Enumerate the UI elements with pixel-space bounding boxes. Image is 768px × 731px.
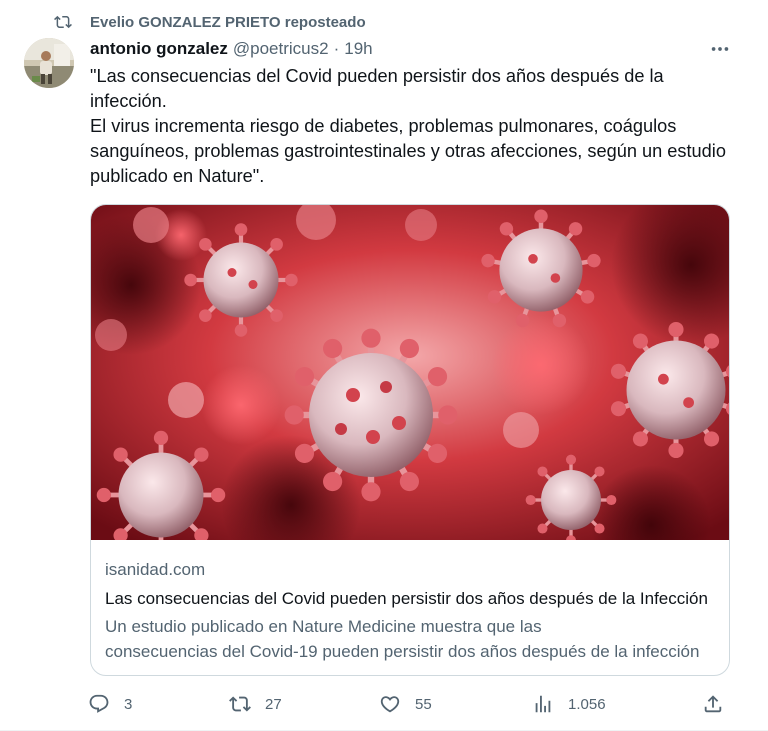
repost-label[interactable]: Evelio GONZALEZ PRIETO reposteado	[90, 14, 366, 31]
share-icon	[704, 695, 722, 713]
repost-icon	[54, 15, 72, 29]
avatar[interactable]	[24, 38, 74, 88]
share-button[interactable]	[702, 690, 724, 718]
card-title[interactable]: Las consecuencias del Covid pueden persi…	[105, 589, 717, 609]
action-bar: 3 27 55 1.056	[88, 690, 736, 718]
more-button[interactable]	[706, 40, 734, 58]
repost-context[interactable]: Evelio GONZALEZ PRIETO reposteado	[54, 12, 366, 32]
separator-dot: ·	[333, 39, 340, 58]
tweet-line: "Las consecuencias del Covid pueden pers…	[90, 66, 669, 111]
card-description-line: consecuencias del Covid-19 pueden persis…	[105, 642, 700, 661]
card-description: Un estudio publicado en Nature Medicine …	[105, 614, 717, 664]
tweet[interactable]: Evelio GONZALEZ PRIETO reposteado antoni…	[0, 0, 768, 731]
repost-icon	[229, 696, 251, 712]
like-icon	[380, 696, 400, 713]
reply-icon	[89, 694, 109, 713]
card-description-line: Un estudio publicado en Nature Medicine …	[105, 617, 542, 636]
tweet-header: antonio gonzalez @poetricus2 · 19h	[90, 38, 373, 60]
repost-count: 27	[265, 695, 282, 713]
tweet-text: "Las consecuencias del Covid pueden pers…	[90, 64, 730, 189]
views-button[interactable]: 1.056	[532, 690, 606, 718]
author-handle[interactable]: @poetricus2	[233, 39, 329, 59]
like-button[interactable]: 55	[379, 690, 432, 718]
view-count: 1.056	[568, 695, 606, 713]
author-name[interactable]: antonio gonzalez	[90, 39, 228, 59]
card-domain[interactable]: isanidad.com	[105, 560, 205, 580]
tweet-line: El virus incrementa riesgo de diabetes, …	[90, 116, 732, 186]
link-card[interactable]: isanidad.com Las consecuencias del Covid…	[90, 204, 730, 676]
reply-count: 3	[124, 695, 133, 713]
reply-button[interactable]: 3	[88, 690, 132, 718]
card-image[interactable]	[91, 205, 730, 540]
like-count: 55	[415, 695, 432, 713]
more-icon	[711, 47, 729, 51]
timestamp[interactable]: 19h	[344, 39, 372, 59]
repost-button[interactable]: 27	[229, 690, 282, 718]
views-icon	[535, 695, 551, 713]
